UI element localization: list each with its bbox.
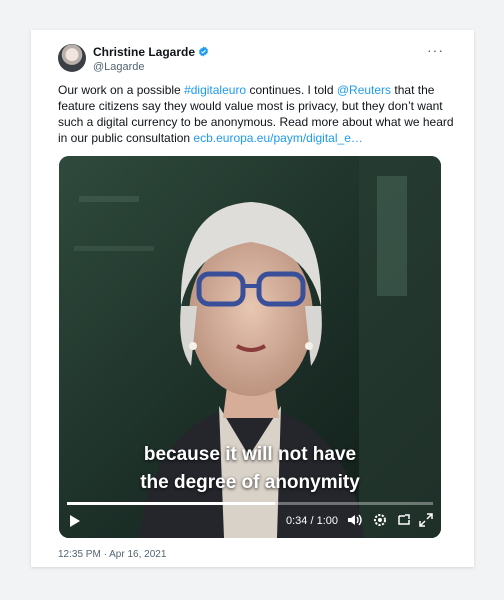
picture-in-picture-icon[interactable] [397, 513, 411, 527]
video-player[interactable]: because it will not have the degree of a… [59, 156, 441, 538]
author-handle[interactable]: @Lagarde [93, 61, 145, 73]
tweet-text-part: Our work on a possible [58, 83, 185, 97]
tweet-timestamp[interactable]: 12:35 PM · Apr 16, 2021 [58, 549, 166, 560]
subtitle-line: because it will not have [143, 444, 357, 465]
tweet-card: Christine Lagarde @Lagarde ··· Our work … [31, 30, 474, 567]
subtitle-line: the degree of anonymity [140, 472, 360, 493]
author-name-row[interactable]: Christine Lagarde [93, 45, 209, 59]
url-link[interactable]: ecb.europa.eu/paym/digital_e… [193, 131, 362, 145]
subtitles: because it will not have the degree of a… [59, 441, 441, 497]
progress-bar[interactable] [67, 502, 433, 505]
video-controls: 0:34 / 1:00 [59, 512, 441, 532]
more-options-icon[interactable]: ··· [427, 42, 444, 58]
volume-icon[interactable] [347, 513, 363, 527]
video-time: 0:34 / 1:00 [286, 515, 338, 527]
settings-gear-icon[interactable] [373, 513, 387, 527]
tweet-text-part: continues. I told [246, 83, 337, 97]
play-icon[interactable] [69, 514, 81, 528]
progress-fill [67, 502, 275, 505]
avatar[interactable] [58, 44, 86, 72]
tweet-text: Our work on a possible #digitaleuro cont… [58, 82, 458, 146]
fullscreen-icon[interactable] [419, 513, 433, 527]
hashtag-link[interactable]: #digitaleuro [184, 83, 246, 97]
verified-badge-icon [198, 46, 209, 57]
mention-link[interactable]: @Reuters [337, 83, 391, 97]
author-name[interactable]: Christine Lagarde [93, 45, 195, 59]
